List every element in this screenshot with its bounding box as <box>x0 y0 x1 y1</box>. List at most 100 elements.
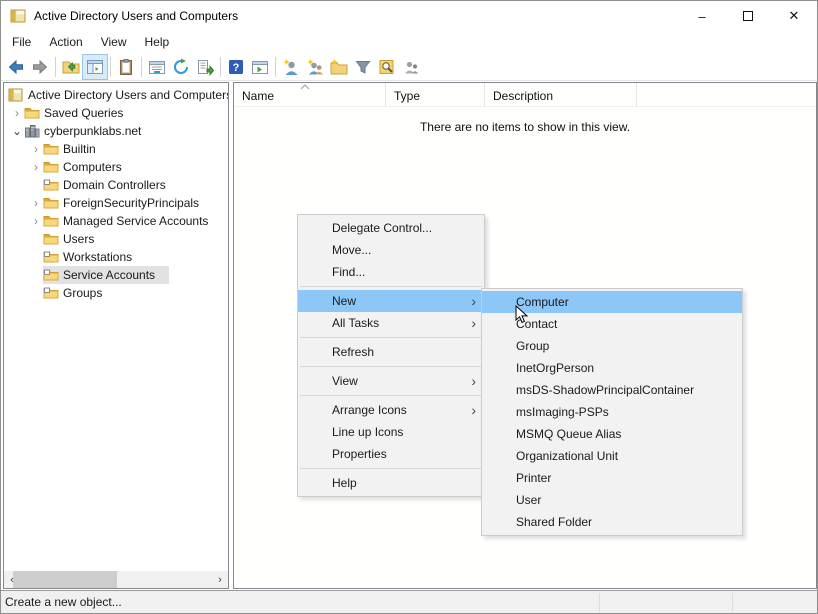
menu-item-properties[interactable]: Properties <box>298 443 484 465</box>
tree-item-users[interactable]: Users <box>4 230 228 248</box>
chevron-down-icon[interactable]: ⌄ <box>10 124 24 138</box>
help-button[interactable]: ? <box>224 55 248 79</box>
status-text: Create a new object... <box>5 595 122 609</box>
submenu-item-msmq-queue-alias[interactable]: MSMQ Queue Alias <box>482 423 742 445</box>
special-group-icon <box>402 58 420 76</box>
close-button[interactable]: ✕ <box>771 1 817 31</box>
menu-item-help[interactable]: Help <box>298 472 484 494</box>
ou-folder-icon <box>43 285 59 301</box>
menu-help[interactable]: Help <box>136 32 179 52</box>
menu-item-refresh[interactable]: Refresh <box>298 341 484 363</box>
toolbar-separator <box>275 57 276 77</box>
submenu-item-shared-folder[interactable]: Shared Folder <box>482 511 742 533</box>
menu-item-new[interactable]: New› <box>298 290 484 312</box>
clipboard-button[interactable] <box>114 55 138 79</box>
special-group-button[interactable] <box>399 55 423 79</box>
properties-window-button[interactable] <box>145 55 169 79</box>
forward-button[interactable] <box>28 55 52 79</box>
refresh-button[interactable] <box>169 55 193 79</box>
toolbar-separator <box>141 57 142 77</box>
maximize-button[interactable] <box>725 1 771 31</box>
tree-item-domain[interactable]: ⌄ cyberpunklabs.net <box>4 122 228 140</box>
folder-icon <box>43 231 59 247</box>
submenu-item-organizational-unit[interactable]: Organizational Unit <box>482 445 742 467</box>
submenu-arrow-icon: › <box>471 317 476 329</box>
new-group-button[interactable] <box>303 55 327 79</box>
scrollbar-thumb[interactable] <box>13 571 117 588</box>
menu-file[interactable]: File <box>3 32 40 52</box>
new-ou-icon <box>330 58 348 76</box>
tree-item-builtin[interactable]: › Builtin <box>4 140 228 158</box>
menu-item-arrange-icons[interactable]: Arrange Icons› <box>298 399 484 421</box>
properties-window-icon <box>148 58 166 76</box>
tree-item-managed-service-accounts[interactable]: › Managed Service Accounts <box>4 212 228 230</box>
ou-folder-icon <box>43 249 59 265</box>
filter-button[interactable] <box>351 55 375 79</box>
tree-item-computers[interactable]: › Computers <box>4 158 228 176</box>
forward-icon <box>31 58 49 76</box>
horizontal-scrollbar[interactable]: ‹ › <box>4 571 228 588</box>
show-console-tree-button[interactable] <box>83 55 107 79</box>
menu-separator <box>300 337 482 338</box>
menu-item-line-up-icons[interactable]: Line up Icons <box>298 421 484 443</box>
new-user-button[interactable] <box>279 55 303 79</box>
chevron-right-icon[interactable]: › <box>29 214 43 228</box>
maximize-icon <box>743 11 753 21</box>
menu-separator <box>300 366 482 367</box>
sort-ascending-icon <box>300 84 310 90</box>
menu-separator <box>300 395 482 396</box>
tree-item-workstations[interactable]: Workstations <box>4 248 228 266</box>
console-tree-pane: Active Directory Users and Computers › S… <box>3 82 229 589</box>
title-bar: Active Directory Users and Computers – ✕ <box>1 1 817 31</box>
tree-item-domain-controllers[interactable]: Domain Controllers <box>4 176 228 194</box>
chevron-right-icon[interactable]: › <box>29 142 43 156</box>
new-window-icon <box>251 58 269 76</box>
tree-item-saved-queries[interactable]: › Saved Queries <box>4 104 228 122</box>
chevron-right-icon[interactable]: › <box>29 160 43 174</box>
tree-item-service-accounts[interactable]: Service Accounts <box>4 266 228 284</box>
submenu-item-group[interactable]: Group <box>482 335 742 357</box>
menu-action[interactable]: Action <box>40 32 91 52</box>
menu-item-delegate-control[interactable]: Delegate Control... <box>298 217 484 239</box>
column-header-type[interactable]: Type <box>386 83 485 107</box>
new-submenu: Computer Contact Group InetOrgPerson msD… <box>481 288 743 536</box>
new-window-button[interactable] <box>248 55 272 79</box>
chevron-right-icon[interactable]: › <box>10 106 24 120</box>
menu-bar: File Action View Help <box>1 31 817 53</box>
console-tree-icon <box>86 58 104 76</box>
status-bar: Create a new object... <box>1 590 817 613</box>
clipboard-icon <box>117 58 135 76</box>
submenu-item-msimaging-psps[interactable]: msImaging-PSPs <box>482 401 742 423</box>
submenu-item-printer[interactable]: Printer <box>482 467 742 489</box>
export-list-button[interactable] <box>193 55 217 79</box>
submenu-item-user[interactable]: User <box>482 489 742 511</box>
context-menu: Delegate Control... Move... Find... New›… <box>297 214 485 497</box>
filter-icon <box>354 58 372 76</box>
statusbar-divider <box>732 593 733 612</box>
submenu-item-inetorgperson[interactable]: InetOrgPerson <box>482 357 742 379</box>
menu-item-view[interactable]: View› <box>298 370 484 392</box>
minimize-button[interactable]: – <box>679 1 725 31</box>
folder-icon <box>43 195 59 211</box>
scroll-right-icon[interactable]: › <box>212 571 228 588</box>
app-icon <box>10 8 26 24</box>
tree-item-foreign-security-principals[interactable]: › ForeignSecurityPrincipals <box>4 194 228 212</box>
column-header-name[interactable]: Name <box>234 83 386 107</box>
folder-icon <box>24 105 40 121</box>
menu-item-all-tasks[interactable]: All Tasks› <box>298 312 484 334</box>
find-button[interactable] <box>375 55 399 79</box>
export-folder-button[interactable] <box>59 55 83 79</box>
new-user-icon <box>282 58 300 76</box>
back-button[interactable] <box>4 55 28 79</box>
window-title: Active Directory Users and Computers <box>34 9 238 23</box>
new-ou-button[interactable] <box>327 55 351 79</box>
menu-item-move[interactable]: Move... <box>298 239 484 261</box>
menu-view[interactable]: View <box>92 32 136 52</box>
column-header-description[interactable]: Description <box>485 83 637 107</box>
tree-item-root[interactable]: Active Directory Users and Computers <box>4 86 228 104</box>
chevron-right-icon[interactable]: › <box>29 196 43 210</box>
menu-item-find[interactable]: Find... <box>298 261 484 283</box>
toolbar: ? <box>1 53 817 81</box>
submenu-item-msds-shadowprincipalcontainer[interactable]: msDS-ShadowPrincipalContainer <box>482 379 742 401</box>
tree-item-groups[interactable]: Groups <box>4 284 228 302</box>
